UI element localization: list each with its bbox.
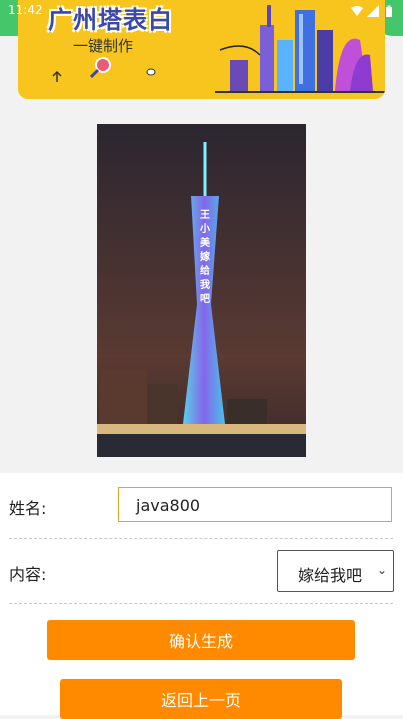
name-input-value: java800 bbox=[136, 496, 201, 515]
divider bbox=[9, 538, 393, 539]
content-select[interactable]: 嫁给我吧 ⌄ bbox=[277, 550, 394, 592]
back-button[interactable]: 返回上一页 bbox=[60, 679, 342, 719]
svg-text:我: 我 bbox=[200, 278, 210, 291]
svg-text:吧: 吧 bbox=[200, 293, 210, 305]
arrow-doodle-icon bbox=[52, 70, 62, 82]
wifi-icon bbox=[351, 2, 363, 16]
svg-text:王: 王 bbox=[200, 209, 210, 221]
canton-tower-photo: 王 小 美 嫁 给 我 吧 bbox=[97, 124, 306, 457]
banner-subtitle: 一键制作 bbox=[73, 37, 134, 55]
name-input[interactable]: java800 bbox=[118, 487, 392, 522]
signal-icon bbox=[367, 2, 379, 17]
content-label: 内容: bbox=[9, 565, 47, 584]
status-time: 11:42 bbox=[8, 3, 43, 17]
magnifier-icon bbox=[89, 57, 111, 79]
battery-icon bbox=[383, 2, 395, 17]
name-label: 姓名: bbox=[9, 499, 47, 518]
confirm-button[interactable]: 确认生成 bbox=[47, 620, 355, 660]
divider bbox=[9, 603, 393, 604]
status-icons bbox=[351, 2, 395, 17]
oval-doodle-icon bbox=[146, 68, 156, 76]
svg-text:嫁: 嫁 bbox=[199, 250, 210, 263]
svg-text:给: 给 bbox=[200, 264, 210, 277]
chevron-down-icon: ⌄ bbox=[376, 563, 387, 577]
content-select-value: 嫁给我吧 bbox=[298, 566, 363, 585]
status-bar: 11:42 bbox=[0, 0, 403, 22]
svg-text:美: 美 bbox=[200, 236, 211, 249]
svg-text:小: 小 bbox=[199, 222, 210, 235]
